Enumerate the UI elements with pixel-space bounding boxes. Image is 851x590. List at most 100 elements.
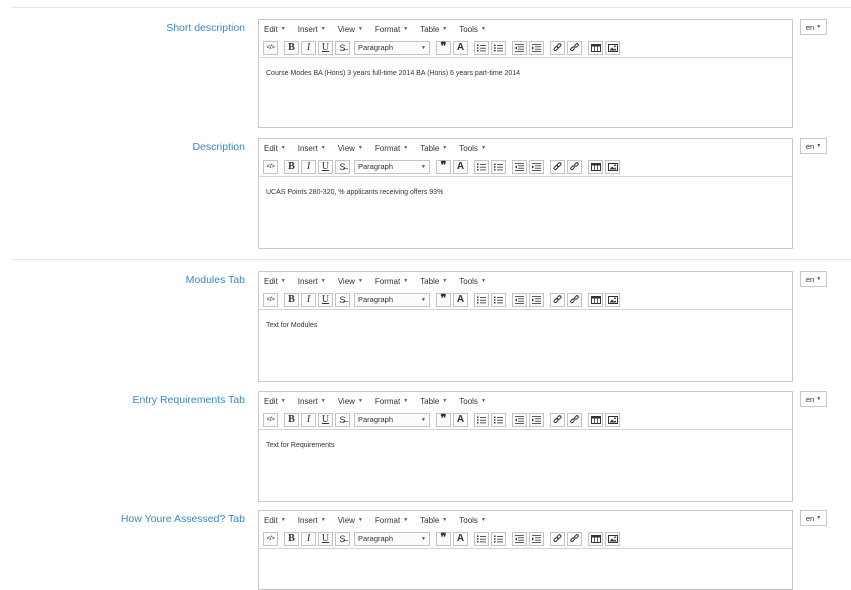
menu-edit[interactable]: Edit ▼ [264,277,286,286]
italic-button[interactable]: I [301,292,316,307]
menu-format[interactable]: Format ▼ [375,25,408,34]
editor-content[interactable] [259,549,792,589]
unlink-button[interactable] [567,292,582,307]
link-button[interactable] [550,292,565,307]
outdent-button[interactable] [512,531,527,546]
menu-edit[interactable]: Edit ▼ [264,144,286,153]
bullet-list-button[interactable] [474,412,489,427]
source-code-button[interactable]: </> [263,412,278,427]
bullet-list-button[interactable] [474,40,489,55]
indent-button[interactable] [529,40,544,55]
indent-button[interactable] [529,412,544,427]
italic-button[interactable]: I [301,531,316,546]
menu-insert[interactable]: Insert ▼ [298,516,326,525]
menu-insert[interactable]: Insert ▼ [298,277,326,286]
menu-insert[interactable]: Insert ▼ [298,144,326,153]
strikethrough-button[interactable]: S̶ [335,40,350,55]
language-dropdown[interactable]: en ▼ [800,510,827,526]
table-button[interactable] [588,292,603,307]
source-code-button[interactable]: </> [263,159,278,174]
block-format-select[interactable]: Paragraph ▼ [354,412,430,427]
unlink-button[interactable] [567,159,582,174]
link-button[interactable] [550,159,565,174]
numbered-list-button[interactable] [491,412,506,427]
blockquote-button[interactable]: ❞ [436,412,451,427]
numbered-list-button[interactable] [491,40,506,55]
blockquote-button[interactable]: ❞ [436,159,451,174]
blockquote-button[interactable]: ❞ [436,40,451,55]
menu-table[interactable]: Table ▼ [420,25,447,34]
editor-content[interactable]: Text for Requirements [259,430,792,501]
outdent-button[interactable] [512,40,527,55]
numbered-list-button[interactable] [491,292,506,307]
font-button[interactable]: A [453,292,468,307]
unlink-button[interactable] [567,412,582,427]
block-format-select[interactable]: Paragraph ▼ [354,531,430,546]
underline-button[interactable]: U [318,159,333,174]
bold-button[interactable]: B [284,40,299,55]
menu-view[interactable]: View ▼ [338,277,363,286]
table-button[interactable] [588,159,603,174]
italic-button[interactable]: I [301,412,316,427]
menu-tools[interactable]: Tools ▼ [459,144,486,153]
block-format-select[interactable]: Paragraph ▼ [354,159,430,174]
menu-tools[interactable]: Tools ▼ [459,277,486,286]
menu-table[interactable]: Table ▼ [420,277,447,286]
unlink-button[interactable] [567,531,582,546]
image-button[interactable] [605,531,620,546]
strikethrough-button[interactable]: S̶ [335,531,350,546]
language-dropdown[interactable]: en ▼ [800,391,827,407]
menu-view[interactable]: View ▼ [338,397,363,406]
italic-button[interactable]: I [301,40,316,55]
menu-tools[interactable]: Tools ▼ [459,25,486,34]
language-dropdown[interactable]: en ▼ [800,271,827,287]
underline-button[interactable]: U [318,292,333,307]
indent-button[interactable] [529,531,544,546]
font-button[interactable]: A [453,531,468,546]
indent-button[interactable] [529,292,544,307]
menu-edit[interactable]: Edit ▼ [264,516,286,525]
underline-button[interactable]: U [318,40,333,55]
bold-button[interactable]: B [284,159,299,174]
editor-content[interactable]: Course Modes BA (Hons) 3 years full-time… [259,58,792,127]
font-button[interactable]: A [453,159,468,174]
language-dropdown[interactable]: en ▼ [800,19,827,35]
image-button[interactable] [605,40,620,55]
block-format-select[interactable]: Paragraph ▼ [354,292,430,307]
menu-tools[interactable]: Tools ▼ [459,397,486,406]
numbered-list-button[interactable] [491,531,506,546]
outdent-button[interactable] [512,159,527,174]
bold-button[interactable]: B [284,292,299,307]
source-code-button[interactable]: </> [263,40,278,55]
font-button[interactable]: A [453,412,468,427]
numbered-list-button[interactable] [491,159,506,174]
menu-table[interactable]: Table ▼ [420,144,447,153]
bullet-list-button[interactable] [474,531,489,546]
link-button[interactable] [550,531,565,546]
image-button[interactable] [605,159,620,174]
link-button[interactable] [550,40,565,55]
menu-insert[interactable]: Insert ▼ [298,397,326,406]
image-button[interactable] [605,412,620,427]
bullet-list-button[interactable] [474,159,489,174]
editor-content[interactable]: UCAS Points 280-320, % applicants receiv… [259,177,792,248]
table-button[interactable] [588,531,603,546]
underline-button[interactable]: U [318,531,333,546]
language-dropdown[interactable]: en ▼ [800,138,827,154]
menu-table[interactable]: Table ▼ [420,516,447,525]
editor-content[interactable]: Text for Modules [259,310,792,381]
underline-button[interactable]: U [318,412,333,427]
unlink-button[interactable] [567,40,582,55]
menu-format[interactable]: Format ▼ [375,144,408,153]
bold-button[interactable]: B [284,412,299,427]
outdent-button[interactable] [512,292,527,307]
menu-edit[interactable]: Edit ▼ [264,25,286,34]
source-code-button[interactable]: </> [263,292,278,307]
menu-tools[interactable]: Tools ▼ [459,516,486,525]
strikethrough-button[interactable]: S̶ [335,292,350,307]
menu-format[interactable]: Format ▼ [375,397,408,406]
bold-button[interactable]: B [284,531,299,546]
block-format-select[interactable]: Paragraph ▼ [354,40,430,55]
table-button[interactable] [588,412,603,427]
italic-button[interactable]: I [301,159,316,174]
